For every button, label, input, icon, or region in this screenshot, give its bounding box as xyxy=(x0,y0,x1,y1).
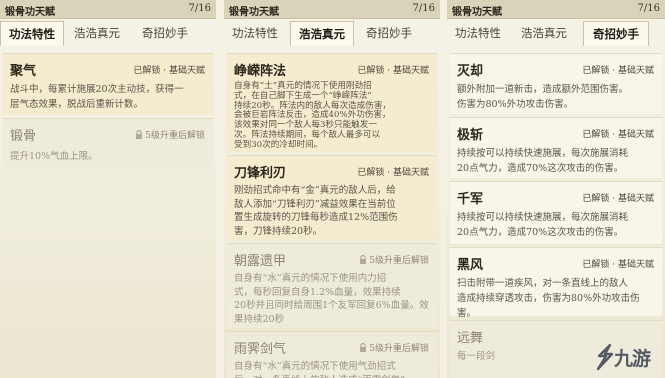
talent-status: 已解锁 · 基础天赋 xyxy=(582,130,654,140)
tab-bar: 功法特性 浩浩真元 奇招妙手 xyxy=(0,21,216,47)
talent-status: 已解锁 · 基础天赋 xyxy=(357,168,429,178)
tab-vast-energy[interactable]: 浩浩真元 xyxy=(290,21,354,46)
talent-status: 已解锁 · 基础天赋 xyxy=(582,260,654,270)
talent-description: 持续按可以持续快速施展，每次施展消耗 20点气力，造成70%这次攻击的伤害。 xyxy=(457,148,629,174)
talent-description: 自身有“水”真元的情况下使用内力招 式，每秒回复自身1.2%血量，效果持续 20… xyxy=(234,273,429,325)
talent-card[interactable]: 锻骨 5级升重后解锁 提升10%气血上限。 xyxy=(3,118,213,167)
talent-name: 黑风 xyxy=(457,258,484,273)
tab-bar: 功法特性 浩浩真元 奇招妙手 xyxy=(224,21,440,47)
talent-description: 自身有“土”真元的情况下使用刚劲招 式，在自己脚下生成一个“峥嵘阵法” 持续20… xyxy=(234,81,392,150)
talent-description: 战斗中，每累计施展20次主动技，获得一 层气态效果，脱战后重新计数。 xyxy=(10,84,184,110)
tab-skill-traits[interactable]: 功法特性 xyxy=(224,21,286,45)
talent-status: 5级升重后解锁 xyxy=(359,341,429,354)
watermark-logo: 九游 xyxy=(594,340,662,374)
panel-header: 锻骨功天赋 7/16 xyxy=(0,0,216,19)
talent-status: 已解锁 · 基础天赋 xyxy=(582,194,654,204)
panel-title: 锻骨功天赋 xyxy=(5,7,55,18)
talent-name: 聚气 xyxy=(10,64,37,79)
talent-name: 雨霁剑气 xyxy=(234,342,287,357)
talent-description: 扫击附带一道疾风，对一条直线上的敌人 造成持续穿透攻击，伤害为80%外功攻击伤 … xyxy=(457,278,640,319)
talent-card[interactable]: 刀锋利刃 已解锁 · 基础天赋 刚劲招式命中有“金”真元的敌人后，给 敌人添加“… xyxy=(227,155,437,240)
talent-card[interactable]: 极斩 已解锁 · 基础天赋 持续按可以持续快速施展，每次施展消耗 20点气力，造… xyxy=(450,117,662,178)
tab-bar: 功法特性 浩浩真元 奇招妙手 xyxy=(447,21,665,47)
talent-name: 刀锋利刃 xyxy=(234,166,287,181)
watermark-text: 九游 xyxy=(614,348,651,370)
talent-count: 7/16 xyxy=(412,3,435,14)
talent-status: 已解锁 · 基础天赋 xyxy=(582,66,654,76)
talent-count: 7/16 xyxy=(188,3,211,14)
unlock-condition: 5级升重后解锁 xyxy=(369,344,429,354)
talent-name: 朝露遗甲 xyxy=(234,254,287,269)
lock-icon xyxy=(360,343,367,352)
talent-description: 提升10%气血上限。 xyxy=(10,151,98,162)
talent-count: 7/16 xyxy=(637,3,660,14)
talent-name: 灭却 xyxy=(457,64,484,79)
unlock-condition: 5级升重后解锁 xyxy=(145,131,205,141)
nine-game-logo-icon xyxy=(596,343,614,371)
talent-name: 极斩 xyxy=(457,128,484,143)
tab-skill-traits[interactable]: 功法特性 xyxy=(0,21,64,46)
talent-name: 锻骨 xyxy=(10,129,37,144)
talent-card[interactable]: 千军 已解锁 · 基础天赋 持续按可以持续快速施展，每次施展消耗 20点气力，造… xyxy=(450,181,662,244)
talent-panel-1: 锻骨功天赋 7/16 功法特性 浩浩真元 奇招妙手 聚气 已解锁 · 基础天赋 … xyxy=(0,0,216,378)
tab-skill-traits[interactable]: 功法特性 xyxy=(447,21,509,45)
lock-icon xyxy=(360,255,367,264)
talent-description: 额外附加一道新击，造成额外范围伤害。 伤害为80%外功攻击伤害。 xyxy=(457,84,629,110)
talent-status: 5级升重后解锁 xyxy=(359,253,429,266)
unlock-condition: 5级升重后解锁 xyxy=(369,256,429,266)
lock-icon xyxy=(136,130,143,139)
talent-panel-3: 锻骨功天赋 7/16 功法特性 浩浩真元 奇招妙手 灭却 已解锁 · 基础天赋 … xyxy=(447,0,665,378)
talent-panel-2: 锻骨功天赋 7/16 功法特性 浩浩真元 奇招妙手 峥嵘阵法 已解锁 · 基础天… xyxy=(224,0,440,378)
tab-vast-energy[interactable]: 浩浩真元 xyxy=(66,21,128,45)
talent-card[interactable]: 峥嵘阵法 已解锁 · 基础天赋 自身有“土”真元的情况下使用刚劲招 式，在自己脚… xyxy=(227,53,437,152)
talent-description: 持续按可以持续快速施展，每次施展消耗 20点气力，造成70%这次攻击的伤害。 xyxy=(457,212,629,238)
talent-card[interactable]: 雨霁剑气 5级升重后解锁 自身有“水”真元的情况下使用气劲招式 后，对一条直线上… xyxy=(227,331,437,378)
tab-special-moves[interactable]: 奇招妙手 xyxy=(134,21,196,45)
talent-status: 已解锁 · 基础天赋 xyxy=(357,66,429,76)
talent-description: 自身有“水”真元的情况下使用气劲招式 后，对一条直线上的敌人造成“雨霁剑气” xyxy=(234,361,405,378)
panel-title: 锻骨功天赋 xyxy=(452,7,502,18)
talent-status: 已解锁 · 基础天赋 xyxy=(133,66,205,76)
tab-special-moves[interactable]: 奇招妙手 xyxy=(583,21,649,46)
talent-status: 5级升重后解锁 xyxy=(135,128,205,141)
tab-vast-energy[interactable]: 浩浩真元 xyxy=(513,21,575,45)
panel-header: 锻骨功天赋 7/16 xyxy=(447,0,665,19)
talent-name: 千军 xyxy=(457,192,484,207)
talent-card[interactable]: 聚气 已解锁 · 基础天赋 战斗中，每累计施展20次主动技，获得一 层气态效果，… xyxy=(3,53,213,115)
panel-header: 锻骨功天赋 7/16 xyxy=(224,0,440,19)
panel-title: 锻骨功天赋 xyxy=(229,7,279,18)
tab-special-moves[interactable]: 奇招妙手 xyxy=(358,21,420,45)
talent-description: 刚劲招式命中有“金”真元的敌人后，给 敌人添加“刀锋利刃”减益效果在当前位 置生… xyxy=(234,185,398,237)
talent-name: 峥嵘阵法 xyxy=(234,64,287,79)
talent-name: 远舞 xyxy=(457,331,484,346)
talent-card[interactable]: 灭却 已解锁 · 基础天赋 额外附加一道新击，造成额外范围伤害。 伤害为80%外… xyxy=(450,53,662,114)
talent-card[interactable]: 朝露遗甲 5级升重后解锁 自身有“水”真元的情况下使用内力招 式，每秒回复自身1… xyxy=(227,243,437,328)
talent-card[interactable]: 黑风 已解锁 · 基础天赋 扫击附带一道疾风，对一条直线上的敌人 造成持续穿透攻… xyxy=(450,247,662,319)
